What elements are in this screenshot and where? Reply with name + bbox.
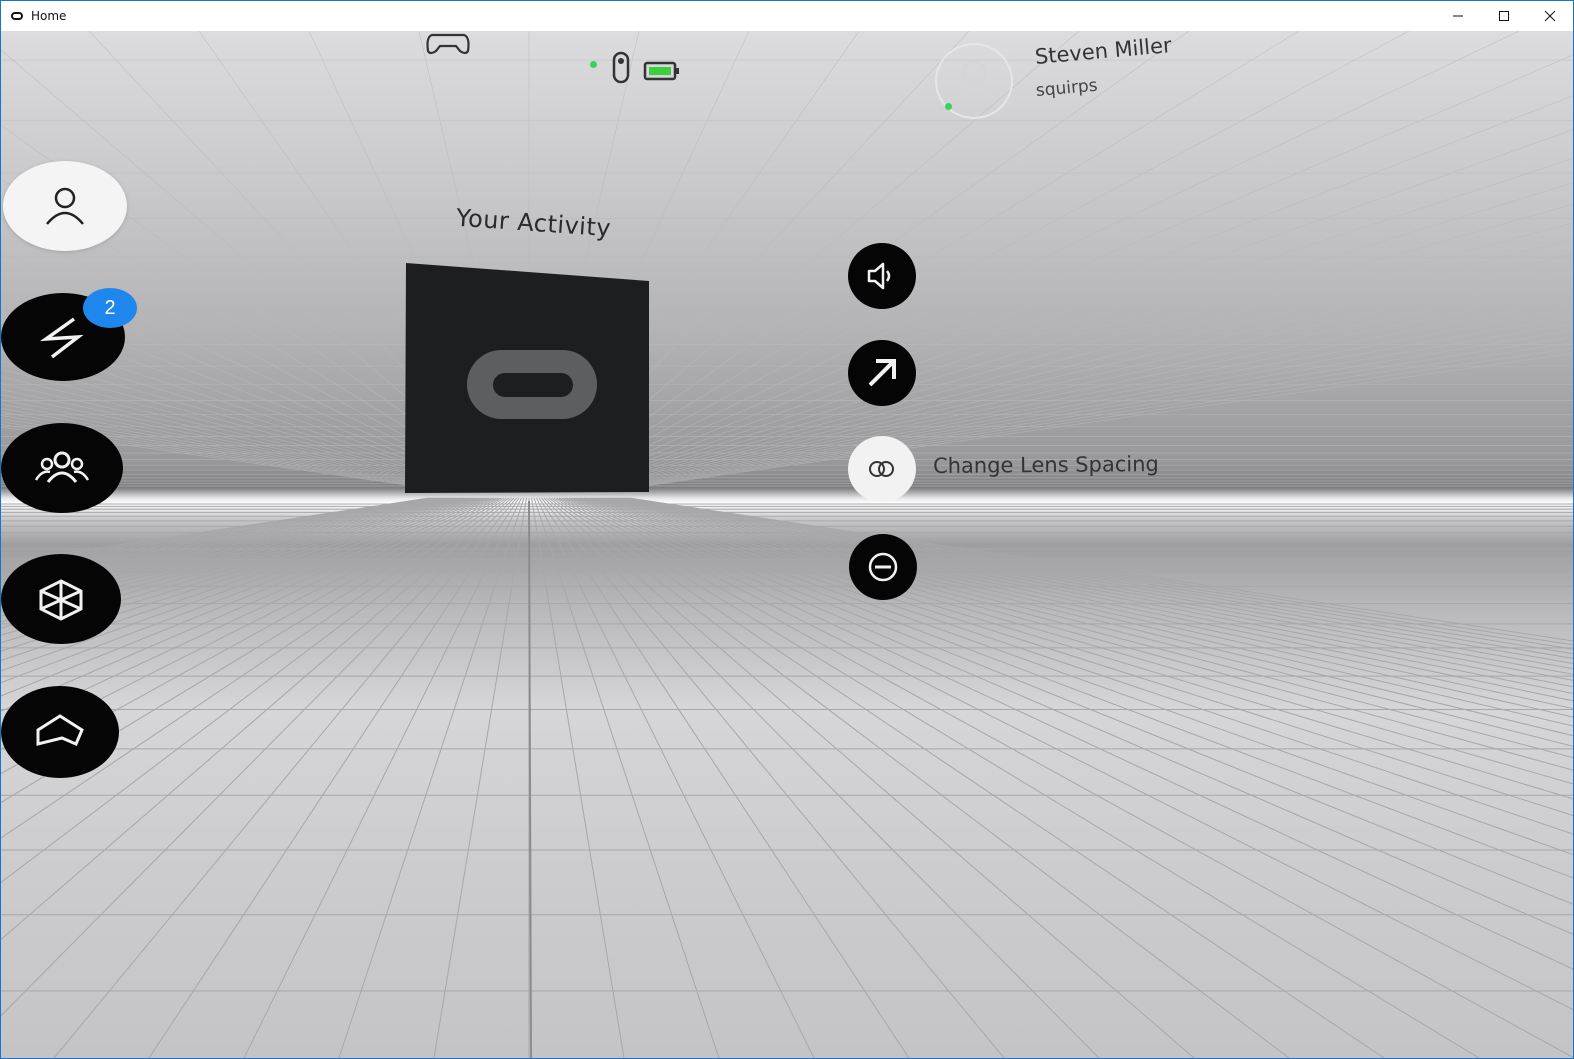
close-button[interactable] bbox=[1527, 1, 1573, 31]
people-icon bbox=[34, 451, 90, 483]
remote-status-dot bbox=[590, 61, 597, 68]
maximize-icon bbox=[1499, 11, 1509, 21]
close-icon bbox=[1544, 10, 1556, 22]
minimize-button[interactable] bbox=[1435, 1, 1481, 31]
nav-library[interactable] bbox=[1, 554, 121, 644]
remote-icon bbox=[612, 51, 630, 84]
app-window: Home Your Activity Steven Miller squirps… bbox=[0, 0, 1574, 1059]
person-icon bbox=[46, 187, 84, 225]
home-icon bbox=[36, 714, 84, 746]
nav-profile[interactable] bbox=[3, 161, 127, 251]
cube-icon bbox=[39, 579, 83, 621]
lightning-icon bbox=[40, 317, 84, 359]
nav-home[interactable] bbox=[1, 686, 119, 778]
minus-circle-icon bbox=[868, 552, 898, 582]
gamepad-icon bbox=[426, 33, 470, 55]
battery-icon bbox=[643, 61, 679, 81]
minimize-icon bbox=[1453, 15, 1463, 17]
nav-friends[interactable] bbox=[1, 423, 123, 513]
lens-spacing-label: Change Lens Spacing bbox=[932, 452, 1159, 478]
online-status-dot bbox=[945, 103, 952, 110]
sleep-button[interactable] bbox=[849, 534, 917, 600]
window-controls bbox=[1435, 1, 1573, 31]
vr-scene: Your Activity Steven Miller squirps 2 Ch… bbox=[1, 31, 1573, 1058]
lens-icon bbox=[869, 461, 894, 477]
volume-button[interactable] bbox=[848, 243, 916, 309]
arrow-up-right-icon bbox=[868, 359, 896, 387]
person-icon bbox=[954, 60, 994, 102]
window-title: Home bbox=[31, 9, 67, 23]
open-button[interactable] bbox=[848, 340, 916, 406]
maximize-button[interactable] bbox=[1481, 1, 1527, 31]
notification-badge: 2 bbox=[83, 288, 137, 328]
title-bar: Home bbox=[1, 1, 1573, 31]
oculus-logo-icon bbox=[11, 12, 23, 20]
lens-spacing-button[interactable] bbox=[848, 436, 916, 502]
activity-panel[interactable] bbox=[1, 31, 1573, 1058]
speaker-icon bbox=[867, 262, 891, 290]
